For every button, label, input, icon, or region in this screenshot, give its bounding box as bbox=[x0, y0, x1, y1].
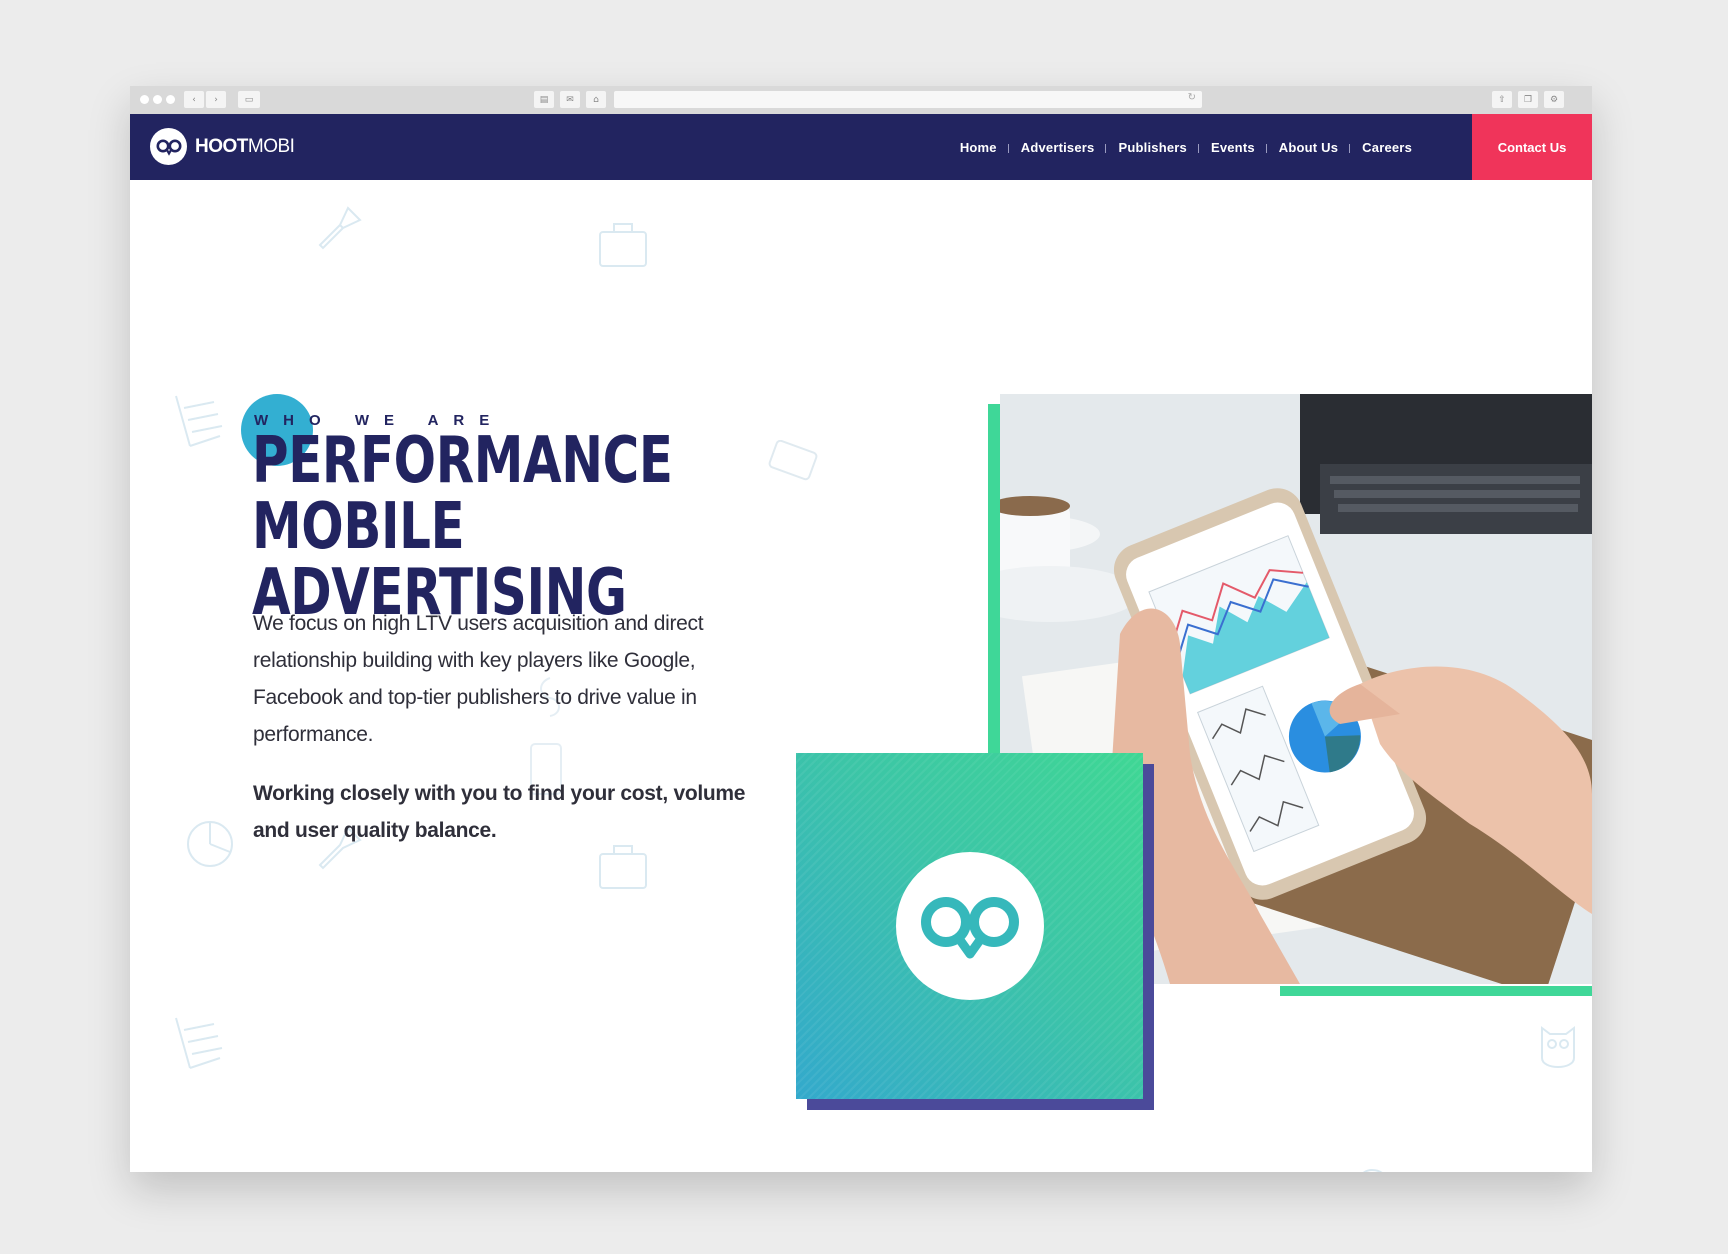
share-button[interactable]: ⇧ bbox=[1492, 91, 1512, 108]
nav-advertisers[interactable]: Advertisers bbox=[1007, 140, 1107, 155]
brand-name-bold: HOOT bbox=[195, 135, 248, 157]
mail-button[interactable]: ✉ bbox=[560, 91, 580, 108]
hero-section: WHO WE ARE PERFORMANCE MOBILE ADVERTISIN… bbox=[130, 180, 1592, 1172]
tabs-icon: ❐ bbox=[1523, 94, 1533, 105]
maximize-dot-icon[interactable] bbox=[166, 95, 175, 104]
print-icon: ▤ bbox=[539, 94, 549, 105]
site-header: HOOTMOBI Home Advertisers Publishers Eve… bbox=[130, 114, 1592, 180]
emphasis-paragraph: Working closely with you to find your co… bbox=[253, 782, 746, 842]
nav-home[interactable]: Home bbox=[948, 140, 1009, 155]
back-button[interactable]: ‹ bbox=[184, 91, 204, 108]
briefcase-icon bbox=[599, 223, 647, 267]
close-dot-icon[interactable] bbox=[140, 95, 149, 104]
browser-toolbar: ‹ › ▭ ▤ ✉ ⌂ ↻ ⇧ ❐ ⚙ bbox=[130, 86, 1592, 114]
brand-name: HOOTMOBI bbox=[195, 135, 295, 158]
chevron-left-icon: ‹ bbox=[192, 94, 196, 105]
pie-chart-icon bbox=[187, 821, 233, 867]
forward-button[interactable]: › bbox=[206, 91, 226, 108]
gear-icon: ⚙ bbox=[1549, 94, 1559, 105]
palette-icon bbox=[1363, 1168, 1383, 1172]
nav-publishers[interactable]: Publishers bbox=[1105, 140, 1198, 155]
chevron-right-icon: › bbox=[214, 94, 218, 105]
nav-events[interactable]: Events bbox=[1197, 140, 1267, 155]
home-icon: ⌂ bbox=[593, 94, 599, 105]
home-button[interactable]: ⌂ bbox=[586, 91, 606, 108]
megaphone-icon bbox=[318, 206, 362, 250]
logo-tile bbox=[796, 753, 1143, 1099]
tabs-button[interactable]: ❐ bbox=[1518, 91, 1538, 108]
briefcase-icon-2 bbox=[599, 845, 647, 889]
share-icon: ⇧ bbox=[1498, 94, 1506, 105]
contact-us-button[interactable]: Contact Us bbox=[1472, 114, 1592, 180]
nav-careers[interactable]: Careers bbox=[1349, 140, 1424, 155]
intro-paragraph: We focus on high LTV users acquisition a… bbox=[253, 612, 704, 746]
mail-icon: ✉ bbox=[566, 94, 574, 105]
accent-bar-bottom bbox=[1280, 986, 1592, 996]
headline-line-1: PERFORMANCE MOBILE bbox=[252, 424, 673, 564]
sidebar-toggle-button[interactable]: ▭ bbox=[238, 91, 260, 108]
accent-bar-left bbox=[988, 404, 1000, 776]
sidebar-icon: ▭ bbox=[244, 94, 254, 105]
minimize-dot-icon[interactable] bbox=[153, 95, 162, 104]
nav-about-us[interactable]: About Us bbox=[1265, 140, 1350, 155]
reload-icon[interactable]: ↻ bbox=[1188, 92, 1196, 103]
owl-logo-large-icon bbox=[895, 852, 1044, 1000]
bar-chart-icon bbox=[175, 395, 223, 447]
site-logo[interactable]: HOOTMOBI bbox=[150, 128, 295, 165]
window-controls[interactable] bbox=[140, 95, 175, 104]
phone-icon bbox=[768, 440, 818, 481]
print-button[interactable]: ▤ bbox=[534, 91, 554, 108]
address-bar[interactable]: ↻ bbox=[614, 91, 1202, 108]
bar-chart-icon-2 bbox=[175, 1017, 223, 1069]
browser-window: ‹ › ▭ ▤ ✉ ⌂ ↻ ⇧ ❐ ⚙ HOOTMOBI Home Advert… bbox=[130, 86, 1592, 1172]
main-navigation: Home Advertisers Publishers Events About… bbox=[948, 114, 1424, 180]
owl-outline-icon bbox=[1541, 1026, 1575, 1068]
brand-name-light: MOBI bbox=[247, 135, 295, 157]
page-title: PERFORMANCE MOBILE ADVERTISING bbox=[252, 428, 751, 626]
settings-button[interactable]: ⚙ bbox=[1544, 91, 1564, 108]
owl-logo-icon bbox=[150, 128, 187, 165]
